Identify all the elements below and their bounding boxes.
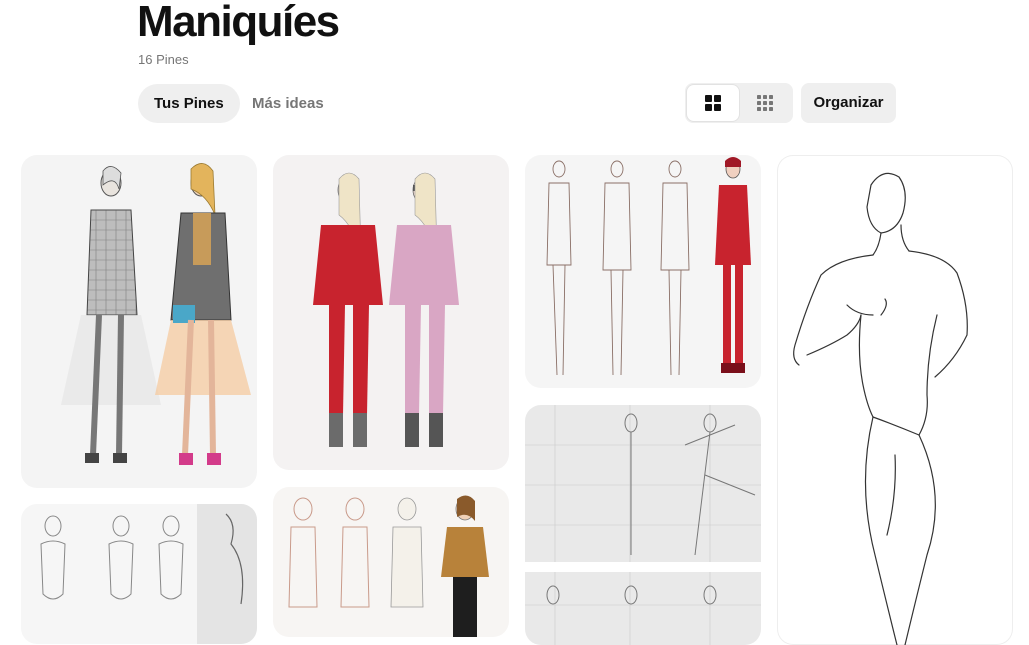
grid-compact-icon: [757, 95, 773, 111]
pin-image-plaid-coats: [61, 163, 251, 465]
pin-card[interactable]: [777, 155, 1013, 645]
pin-image-red-suit-lineup: [546, 157, 751, 376]
pin-count: 16 Pines: [138, 52, 189, 67]
view-large-grid-button[interactable]: [687, 85, 739, 121]
grid-large-icon: [705, 95, 721, 111]
pin-card[interactable]: [21, 155, 257, 488]
tab-tus-pines[interactable]: Tus Pines: [138, 84, 240, 123]
pin-card[interactable]: [273, 487, 509, 637]
view-compact-grid-button[interactable]: [739, 85, 791, 121]
pin-image-red-pink-suits: [313, 172, 459, 447]
pin-card[interactable]: [525, 155, 761, 388]
organize-button[interactable]: Organizar: [801, 83, 896, 123]
pin-image-proportion-guide: [525, 405, 761, 645]
pin-image-croquis-outline: [793, 172, 968, 645]
pin-image-brown-jackets: [288, 495, 489, 637]
pin-image-croquis-rows: [40, 504, 257, 644]
pin-card[interactable]: [21, 504, 257, 644]
view-toggle: [685, 83, 793, 123]
board-title: Maniquíes: [137, 0, 340, 46]
pin-card[interactable]: [525, 405, 761, 645]
pin-card[interactable]: [273, 155, 509, 470]
tab-mas-ideas[interactable]: Más ideas: [236, 84, 340, 123]
